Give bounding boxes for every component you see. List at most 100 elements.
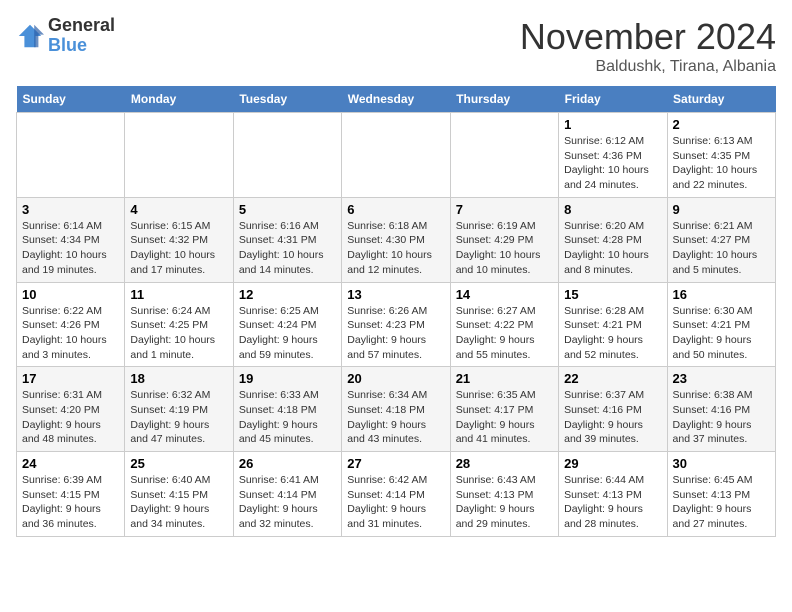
day-info: Sunrise: 6:34 AM Sunset: 4:18 PM Dayligh…: [347, 388, 444, 447]
calendar-cell: 28Sunrise: 6:43 AM Sunset: 4:13 PM Dayli…: [450, 452, 558, 537]
calendar-cell: 26 Sunrise: 6:41 AM Sunset: 4:14 PM Dayli…: [233, 452, 341, 537]
day-info: Sunrise: 6:32 AM Sunset: 4:19 PM Dayligh…: [130, 388, 227, 447]
day-info: Sunrise: 6:30 AM Sunset: 4:21 PM Dayligh…: [673, 304, 770, 363]
day-info: Sunrise: 6:41 AM Sunset: 4:14 PM Dayligh…: [239, 473, 336, 532]
day-number: 19: [239, 371, 336, 386]
day-info: Sunrise: 6:19 AM Sunset: 4:29 PM Dayligh…: [456, 219, 553, 278]
calendar-cell: 23 Sunrise: 6:38 AM Sunset: 4:16 PM Dayli…: [667, 367, 775, 452]
calendar-cell: 22 Sunrise: 6:37 AM Sunset: 4:16 PM Dayli…: [559, 367, 667, 452]
day-number: 13: [347, 287, 444, 302]
day-number: 25: [130, 456, 227, 471]
day-info: Sunrise: 6:22 AM Sunset: 4:26 PM Dayligh…: [22, 304, 119, 363]
day-info: Sunrise: 6:20 AM Sunset: 4:28 PM Dayligh…: [564, 219, 661, 278]
day-info: Sunrise: 6:37 AM Sunset: 4:16 PM Dayligh…: [564, 388, 661, 447]
day-number: 30: [673, 456, 770, 471]
calendar-week-row: 17 Sunrise: 6:31 AM Sunset: 4:20 PM Dayli…: [17, 367, 776, 452]
day-number: 22: [564, 371, 661, 386]
day-info: Sunrise: 6:15 AM Sunset: 4:32 PM Dayligh…: [130, 219, 227, 278]
day-number: 5: [239, 202, 336, 217]
day-number: 27: [347, 456, 444, 471]
calendar-cell: 30 Sunrise: 6:45 AM Sunset: 4:13 PM Dayli…: [667, 452, 775, 537]
day-number: 12: [239, 287, 336, 302]
calendar-week-row: 10 Sunrise: 6:22 AM Sunset: 4:26 PM Dayli…: [17, 282, 776, 367]
day-number: 26: [239, 456, 336, 471]
calendar-cell: 21 Sunrise: 6:35 AM Sunset: 4:17 PM Dayli…: [450, 367, 558, 452]
calendar-cell: 16 Sunrise: 6:30 AM Sunset: 4:21 PM Dayli…: [667, 282, 775, 367]
calendar-cell: [125, 113, 233, 198]
logo: General Blue: [16, 16, 115, 56]
calendar-table: SundayMondayTuesdayWednesdayThursdayFrid…: [16, 86, 776, 537]
calendar-cell: [233, 113, 341, 198]
day-number: 9: [673, 202, 770, 217]
day-info: Sunrise: 6:14 AM Sunset: 4:34 PM Dayligh…: [22, 219, 119, 278]
day-number: 23: [673, 371, 770, 386]
day-number: 17: [22, 371, 119, 386]
day-info: Sunrise: 6:40 AM Sunset: 4:15 PM Dayligh…: [130, 473, 227, 532]
calendar-cell: 20 Sunrise: 6:34 AM Sunset: 4:18 PM Dayli…: [342, 367, 450, 452]
day-number: 20: [347, 371, 444, 386]
day-number: 3: [22, 202, 119, 217]
day-info: Sunrise: 6:42 AM Sunset: 4:14 PM Dayligh…: [347, 473, 444, 532]
calendar-cell: 6Sunrise: 6:18 AM Sunset: 4:30 PM Daylig…: [342, 197, 450, 282]
calendar-cell: 12 Sunrise: 6:25 AM Sunset: 4:24 PM Dayli…: [233, 282, 341, 367]
calendar-cell: 24 Sunrise: 6:39 AM Sunset: 4:15 PM Dayli…: [17, 452, 125, 537]
calendar-cell: 11 Sunrise: 6:24 AM Sunset: 4:25 PM Dayli…: [125, 282, 233, 367]
day-info: Sunrise: 6:45 AM Sunset: 4:13 PM Dayligh…: [673, 473, 770, 532]
day-info: Sunrise: 6:27 AM Sunset: 4:22 PM Dayligh…: [456, 304, 553, 363]
day-number: 21: [456, 371, 553, 386]
logo-icon: [16, 22, 44, 50]
day-number: 10: [22, 287, 119, 302]
calendar-cell: [342, 113, 450, 198]
calendar-cell: 15 Sunrise: 6:28 AM Sunset: 4:21 PM Dayli…: [559, 282, 667, 367]
calendar-header-row: SundayMondayTuesdayWednesdayThursdayFrid…: [17, 86, 776, 113]
day-info: Sunrise: 6:24 AM Sunset: 4:25 PM Dayligh…: [130, 304, 227, 363]
calendar-cell: 8 Sunrise: 6:20 AM Sunset: 4:28 PM Daylig…: [559, 197, 667, 282]
calendar-week-row: 3 Sunrise: 6:14 AM Sunset: 4:34 PM Daylig…: [17, 197, 776, 282]
day-number: 24: [22, 456, 119, 471]
title-area: November 2024 Baldushk, Tirana, Albania: [520, 16, 776, 76]
calendar-cell: 13 Sunrise: 6:26 AM Sunset: 4:23 PM Dayli…: [342, 282, 450, 367]
day-info: Sunrise: 6:26 AM Sunset: 4:23 PM Dayligh…: [347, 304, 444, 363]
day-number: 7: [456, 202, 553, 217]
day-info: Sunrise: 6:28 AM Sunset: 4:21 PM Dayligh…: [564, 304, 661, 363]
day-number: 11: [130, 287, 227, 302]
day-info: Sunrise: 6:38 AM Sunset: 4:16 PM Dayligh…: [673, 388, 770, 447]
logo-line2: Blue: [48, 36, 115, 56]
calendar-cell: 10 Sunrise: 6:22 AM Sunset: 4:26 PM Dayli…: [17, 282, 125, 367]
calendar-cell: 3 Sunrise: 6:14 AM Sunset: 4:34 PM Daylig…: [17, 197, 125, 282]
day-info: Sunrise: 6:35 AM Sunset: 4:17 PM Dayligh…: [456, 388, 553, 447]
day-number: 18: [130, 371, 227, 386]
day-info: Sunrise: 6:25 AM Sunset: 4:24 PM Dayligh…: [239, 304, 336, 363]
day-info: Sunrise: 6:44 AM Sunset: 4:13 PM Dayligh…: [564, 473, 661, 532]
calendar-header-tuesday: Tuesday: [233, 86, 341, 113]
day-info: Sunrise: 6:12 AM Sunset: 4:36 PM Dayligh…: [564, 134, 661, 193]
day-info: Sunrise: 6:31 AM Sunset: 4:20 PM Dayligh…: [22, 388, 119, 447]
logo-line1: General: [48, 16, 115, 36]
calendar-header-wednesday: Wednesday: [342, 86, 450, 113]
calendar-cell: 5 Sunrise: 6:16 AM Sunset: 4:31 PM Daylig…: [233, 197, 341, 282]
calendar-cell: [450, 113, 558, 198]
day-number: 2: [673, 117, 770, 132]
day-info: Sunrise: 6:13 AM Sunset: 4:35 PM Dayligh…: [673, 134, 770, 193]
day-number: 1: [564, 117, 661, 132]
page-header: General Blue November 2024 Baldushk, Tir…: [16, 16, 776, 76]
calendar-cell: 17 Sunrise: 6:31 AM Sunset: 4:20 PM Dayli…: [17, 367, 125, 452]
calendar-cell: 9Sunrise: 6:21 AM Sunset: 4:27 PM Daylig…: [667, 197, 775, 282]
calendar-header-sunday: Sunday: [17, 86, 125, 113]
calendar-title: November 2024: [520, 16, 776, 58]
calendar-cell: 29Sunrise: 6:44 AM Sunset: 4:13 PM Dayli…: [559, 452, 667, 537]
calendar-cell: 7 Sunrise: 6:19 AM Sunset: 4:29 PM Daylig…: [450, 197, 558, 282]
day-number: 14: [456, 287, 553, 302]
calendar-cell: 2 Sunrise: 6:13 AM Sunset: 4:35 PM Daylig…: [667, 113, 775, 198]
calendar-cell: 25 Sunrise: 6:40 AM Sunset: 4:15 PM Dayli…: [125, 452, 233, 537]
day-info: Sunrise: 6:16 AM Sunset: 4:31 PM Dayligh…: [239, 219, 336, 278]
calendar-header-friday: Friday: [559, 86, 667, 113]
day-number: 15: [564, 287, 661, 302]
calendar-cell: 4Sunrise: 6:15 AM Sunset: 4:32 PM Daylig…: [125, 197, 233, 282]
day-number: 16: [673, 287, 770, 302]
calendar-cell: 27 Sunrise: 6:42 AM Sunset: 4:14 PM Dayli…: [342, 452, 450, 537]
day-info: Sunrise: 6:39 AM Sunset: 4:15 PM Dayligh…: [22, 473, 119, 532]
day-info: Sunrise: 6:43 AM Sunset: 4:13 PM Dayligh…: [456, 473, 553, 532]
day-info: Sunrise: 6:18 AM Sunset: 4:30 PM Dayligh…: [347, 219, 444, 278]
day-number: 8: [564, 202, 661, 217]
